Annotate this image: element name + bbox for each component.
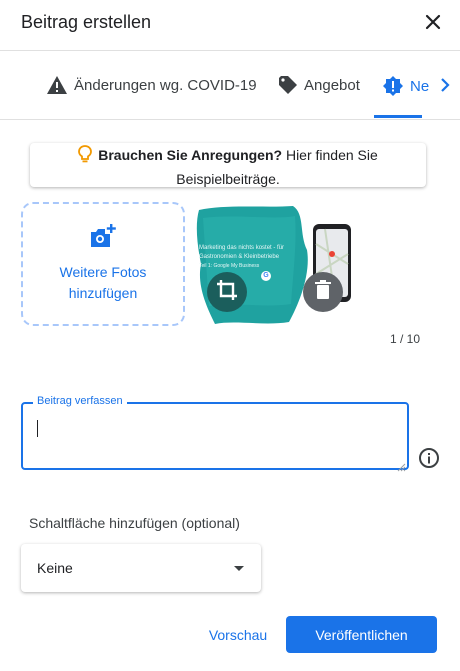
dropdown-arrow-icon xyxy=(234,566,244,571)
trash-icon xyxy=(314,279,332,305)
photo-counter: 1 / 10 xyxy=(390,332,421,346)
cta-selected-value: Keine xyxy=(37,560,73,576)
tab-offer[interactable]: Angebot xyxy=(278,75,360,95)
dialog-title: Beitrag erstellen xyxy=(21,12,152,32)
post-text-field[interactable] xyxy=(21,402,409,470)
photo-thumbnail[interactable]: Marketing das nichts kostet - für Gastro… xyxy=(195,204,355,326)
chevron-right-icon[interactable] xyxy=(430,73,460,97)
publish-button[interactable]: Veröffentlichen xyxy=(286,616,437,653)
inspiration-tip[interactable]: Brauchen Sie Anregungen? Hier finden Sie… xyxy=(30,143,426,187)
lightbulb-icon xyxy=(78,145,93,169)
tab-covid[interactable]: Änderungen wg. COVID-19 xyxy=(46,75,257,95)
tab-label: Änderungen wg. COVID-19 xyxy=(74,76,257,94)
post-text-label: Beitrag verfassen xyxy=(33,395,127,407)
cta-section-label: Schaltfläche hinzufügen (optional) xyxy=(29,515,240,531)
close-icon[interactable] xyxy=(419,8,447,36)
preview-button[interactable]: Vorschau xyxy=(200,617,276,653)
add-photos-button[interactable]: Weitere Fotos hinzufügen xyxy=(21,202,185,326)
tip-title: Brauchen Sie Anregungen? xyxy=(98,147,283,163)
add-photo-icon xyxy=(89,224,117,256)
add-photos-label: Weitere Fotos hinzufügen xyxy=(59,264,147,301)
tab-news[interactable]: Ne xyxy=(382,75,429,97)
info-icon[interactable] xyxy=(418,447,440,469)
crop-button[interactable] xyxy=(207,272,247,312)
resize-handle-icon[interactable] xyxy=(397,459,406,477)
tab-label: Ne xyxy=(410,77,430,95)
thumbnail-caption: Gastronomien & Kleinbetriebe xyxy=(199,254,280,260)
news-alert-icon xyxy=(382,75,404,97)
active-tab-indicator xyxy=(374,115,422,118)
warning-icon xyxy=(46,75,68,95)
tab-label: Angebot xyxy=(304,76,360,94)
google-logo: G xyxy=(261,271,271,281)
delete-photo-button[interactable] xyxy=(303,272,343,312)
text-caret xyxy=(37,420,38,437)
crop-icon xyxy=(216,279,238,306)
thumbnail-caption: Teil 1: Google My Business xyxy=(199,263,260,269)
tag-icon xyxy=(278,75,298,95)
thumbnail-caption: Marketing das nichts kostet - für xyxy=(199,245,285,251)
post-type-tabs: Änderungen wg. COVID-19 Angebot Ne xyxy=(0,51,460,119)
tabs-divider xyxy=(0,119,460,120)
